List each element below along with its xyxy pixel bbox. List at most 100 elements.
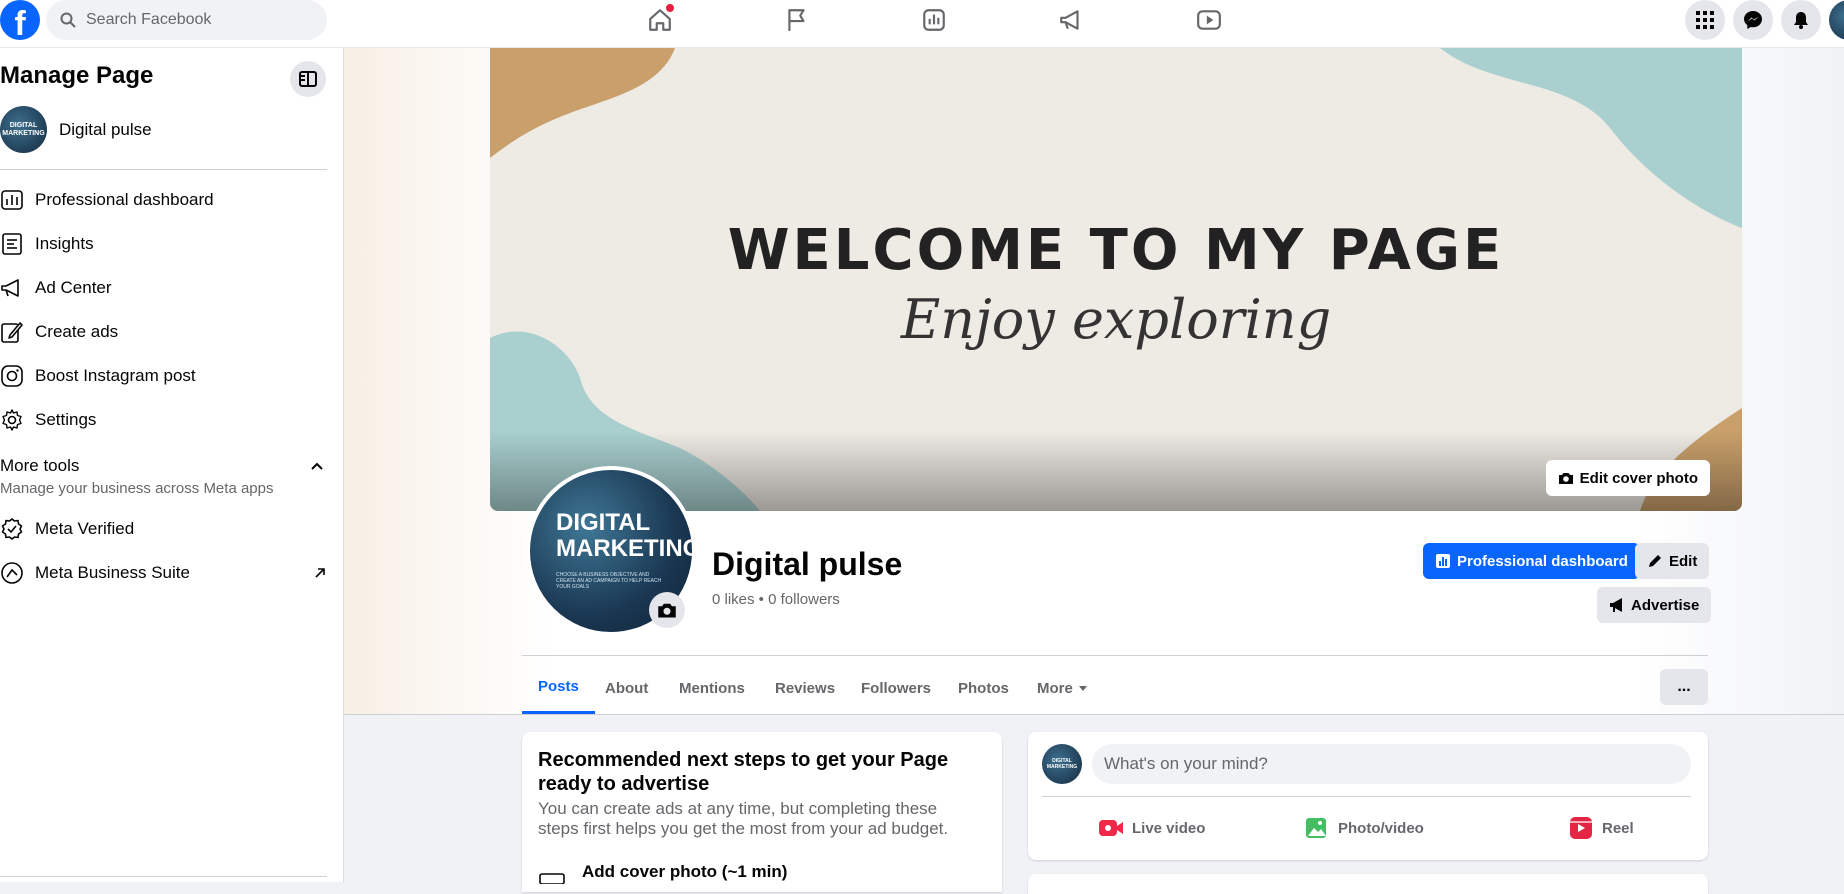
sidebar-collapse-icon (299, 71, 317, 87)
recommended-body: You can create ads at any time, but comp… (538, 799, 949, 838)
edit-label: Edit (1669, 552, 1698, 570)
cover-photo[interactable]: WELCOME TO MY PAGE Enjoy exploring Edit … (490, 48, 1742, 511)
menu-button[interactable] (1685, 0, 1725, 40)
live-video-label: Live video (1132, 819, 1206, 837)
menu-grid-icon (1696, 11, 1714, 29)
nav-insights[interactable] (914, 6, 954, 34)
next-card (1028, 874, 1708, 894)
external-link-icon (315, 568, 325, 578)
advertise-button[interactable]: Advertise (1597, 587, 1712, 623)
sidebar-item-label: Ad Center (35, 278, 112, 297)
sidebar-item-label: Meta Business Suite (35, 563, 190, 582)
whats-on-your-mind-input[interactable] (1092, 744, 1691, 784)
sidebar-item-label: Settings (35, 410, 97, 429)
sidebar-item-label: Meta Verified (35, 519, 135, 538)
tab-about[interactable]: About (589, 662, 664, 714)
camera-icon (1558, 473, 1573, 484)
tab-more[interactable]: More (1021, 662, 1105, 714)
sidebar-item-meta-verified[interactable]: Meta Verified (0, 511, 327, 547)
more-tools-subtitle: Manage your business across Meta apps (0, 480, 274, 497)
more-tools-section[interactable]: More tools Manage your business across M… (0, 456, 327, 497)
edit-cover-photo-button[interactable]: Edit cover photo (1545, 460, 1710, 496)
post-composer: DIGITAL MARKETING Live video Photo/video… (1028, 732, 1708, 860)
chevron-up-icon[interactable] (307, 456, 327, 476)
sidebar-item-label: Insights (35, 234, 94, 253)
megaphone-icon (1, 279, 19, 297)
flag-icon (788, 9, 805, 31)
divider (0, 876, 327, 877)
cover-script-text: Enjoy exploring (900, 288, 1332, 351)
page-title: Digital pulse (712, 546, 903, 582)
page-stats[interactable]: 0 likes • 0 followers (712, 591, 840, 608)
sidebar-page-switcher[interactable]: DIGITAL MARKETING Digital pulse (0, 106, 152, 153)
notifications-button[interactable] (1781, 0, 1821, 40)
verified-badge-icon (1, 518, 23, 540)
tab-more-label: More (1037, 679, 1073, 697)
avatar-title: DIGITAL MARKETING (556, 510, 692, 562)
add-cover-photo-step[interactable]: Add cover photo (~1 min) (538, 860, 787, 884)
advertise-label: Advertise (1631, 596, 1700, 614)
reel-icon (1570, 817, 1592, 839)
edit-page-button[interactable]: Edit (1635, 543, 1710, 579)
sidebar-title: Manage Page (0, 62, 154, 89)
collapse-sidebar-button[interactable] (290, 61, 326, 97)
live-video-button[interactable]: Live video (1098, 808, 1205, 848)
live-video-icon (1099, 820, 1123, 836)
more-tools-title: More tools (0, 456, 80, 475)
tab-mentions[interactable]: Mentions (663, 662, 761, 714)
sidebar-item-settings[interactable]: Settings (0, 402, 327, 438)
pencil-icon (1, 322, 23, 343)
dashboard-icon (1, 190, 23, 210)
professional-dashboard-label: Professional dashboard (1457, 552, 1628, 570)
camera-icon (658, 603, 676, 618)
reel-button[interactable]: Reel (1568, 808, 1634, 848)
sidebar-item-meta-business-suite[interactable]: Meta Business Suite (0, 555, 327, 591)
tab-photos[interactable]: Photos (942, 662, 1025, 714)
notification-dot (666, 4, 674, 12)
sidebar-item-label: Create ads (35, 322, 119, 341)
page-main: WELCOME TO MY PAGE Enjoy exploring Edit … (344, 48, 1844, 894)
photo-video-button[interactable]: Photo/video (1304, 808, 1424, 848)
sidebar-item-label: Professional dashboard (35, 190, 214, 209)
edit-cover-label: Edit cover photo (1579, 469, 1698, 487)
messenger-button[interactable] (1733, 0, 1773, 40)
divider (0, 169, 327, 170)
professional-dashboard-button[interactable]: Professional dashboard (1423, 543, 1640, 579)
nav-pages[interactable] (777, 6, 817, 34)
instagram-icon (1, 365, 23, 387)
avatar-small-text: CHOOSE A BUSINESS OBJECTIVE AND CREATE A… (556, 572, 662, 590)
recommended-title: Recommended next steps to get your Page … (538, 749, 949, 795)
search-box[interactable] (46, 0, 327, 40)
tab-followers[interactable]: Followers (845, 662, 947, 714)
more-options-button[interactable]: ... (1660, 669, 1708, 705)
insights-icon (2, 233, 22, 255)
sidebar-item-boost-instagram-post[interactable]: Boost Instagram post (0, 358, 327, 394)
meta-business-suite-icon (1, 562, 23, 584)
account-avatar[interactable] (1829, 0, 1844, 40)
photo-icon (1306, 818, 1326, 838)
bell-icon (1794, 12, 1808, 29)
sidebar-page-name: Digital pulse (59, 119, 152, 139)
avatar: DIGITAL MARKETING (0, 106, 47, 153)
sidebar-item-ad-center[interactable]: Ad Center (0, 270, 327, 306)
nav-ads[interactable] (1051, 6, 1091, 34)
facebook-logo[interactable]: f (0, 0, 40, 40)
nav-home[interactable] (640, 4, 680, 34)
sidebar-item-create-ads[interactable]: Create ads (0, 314, 327, 350)
avatar: DIGITAL MARKETING (1042, 744, 1082, 784)
sidebar-item-professional-dashboard[interactable]: Professional dashboard (0, 182, 327, 218)
sidebar-item-label: Boost Instagram post (35, 366, 196, 385)
manage-page-sidebar: Manage Page DIGITAL MARKETING Digital pu… (0, 48, 344, 882)
dashboard-icon (1436, 554, 1450, 568)
update-profile-picture-button[interactable] (649, 592, 685, 628)
tab-posts[interactable]: Posts (522, 662, 595, 714)
cover-photo-icon (539, 873, 565, 884)
tab-reviews[interactable]: Reviews (759, 662, 851, 714)
profile-header: WELCOME TO MY PAGE Enjoy exploring Edit … (344, 48, 1844, 715)
insights-icon (923, 9, 945, 31)
cover-headline: WELCOME TO MY PAGE (727, 218, 1505, 283)
reel-label: Reel (1602, 819, 1634, 837)
search-input[interactable] (86, 11, 306, 29)
sidebar-item-insights[interactable]: Insights (0, 226, 327, 262)
nav-video[interactable] (1189, 6, 1229, 34)
